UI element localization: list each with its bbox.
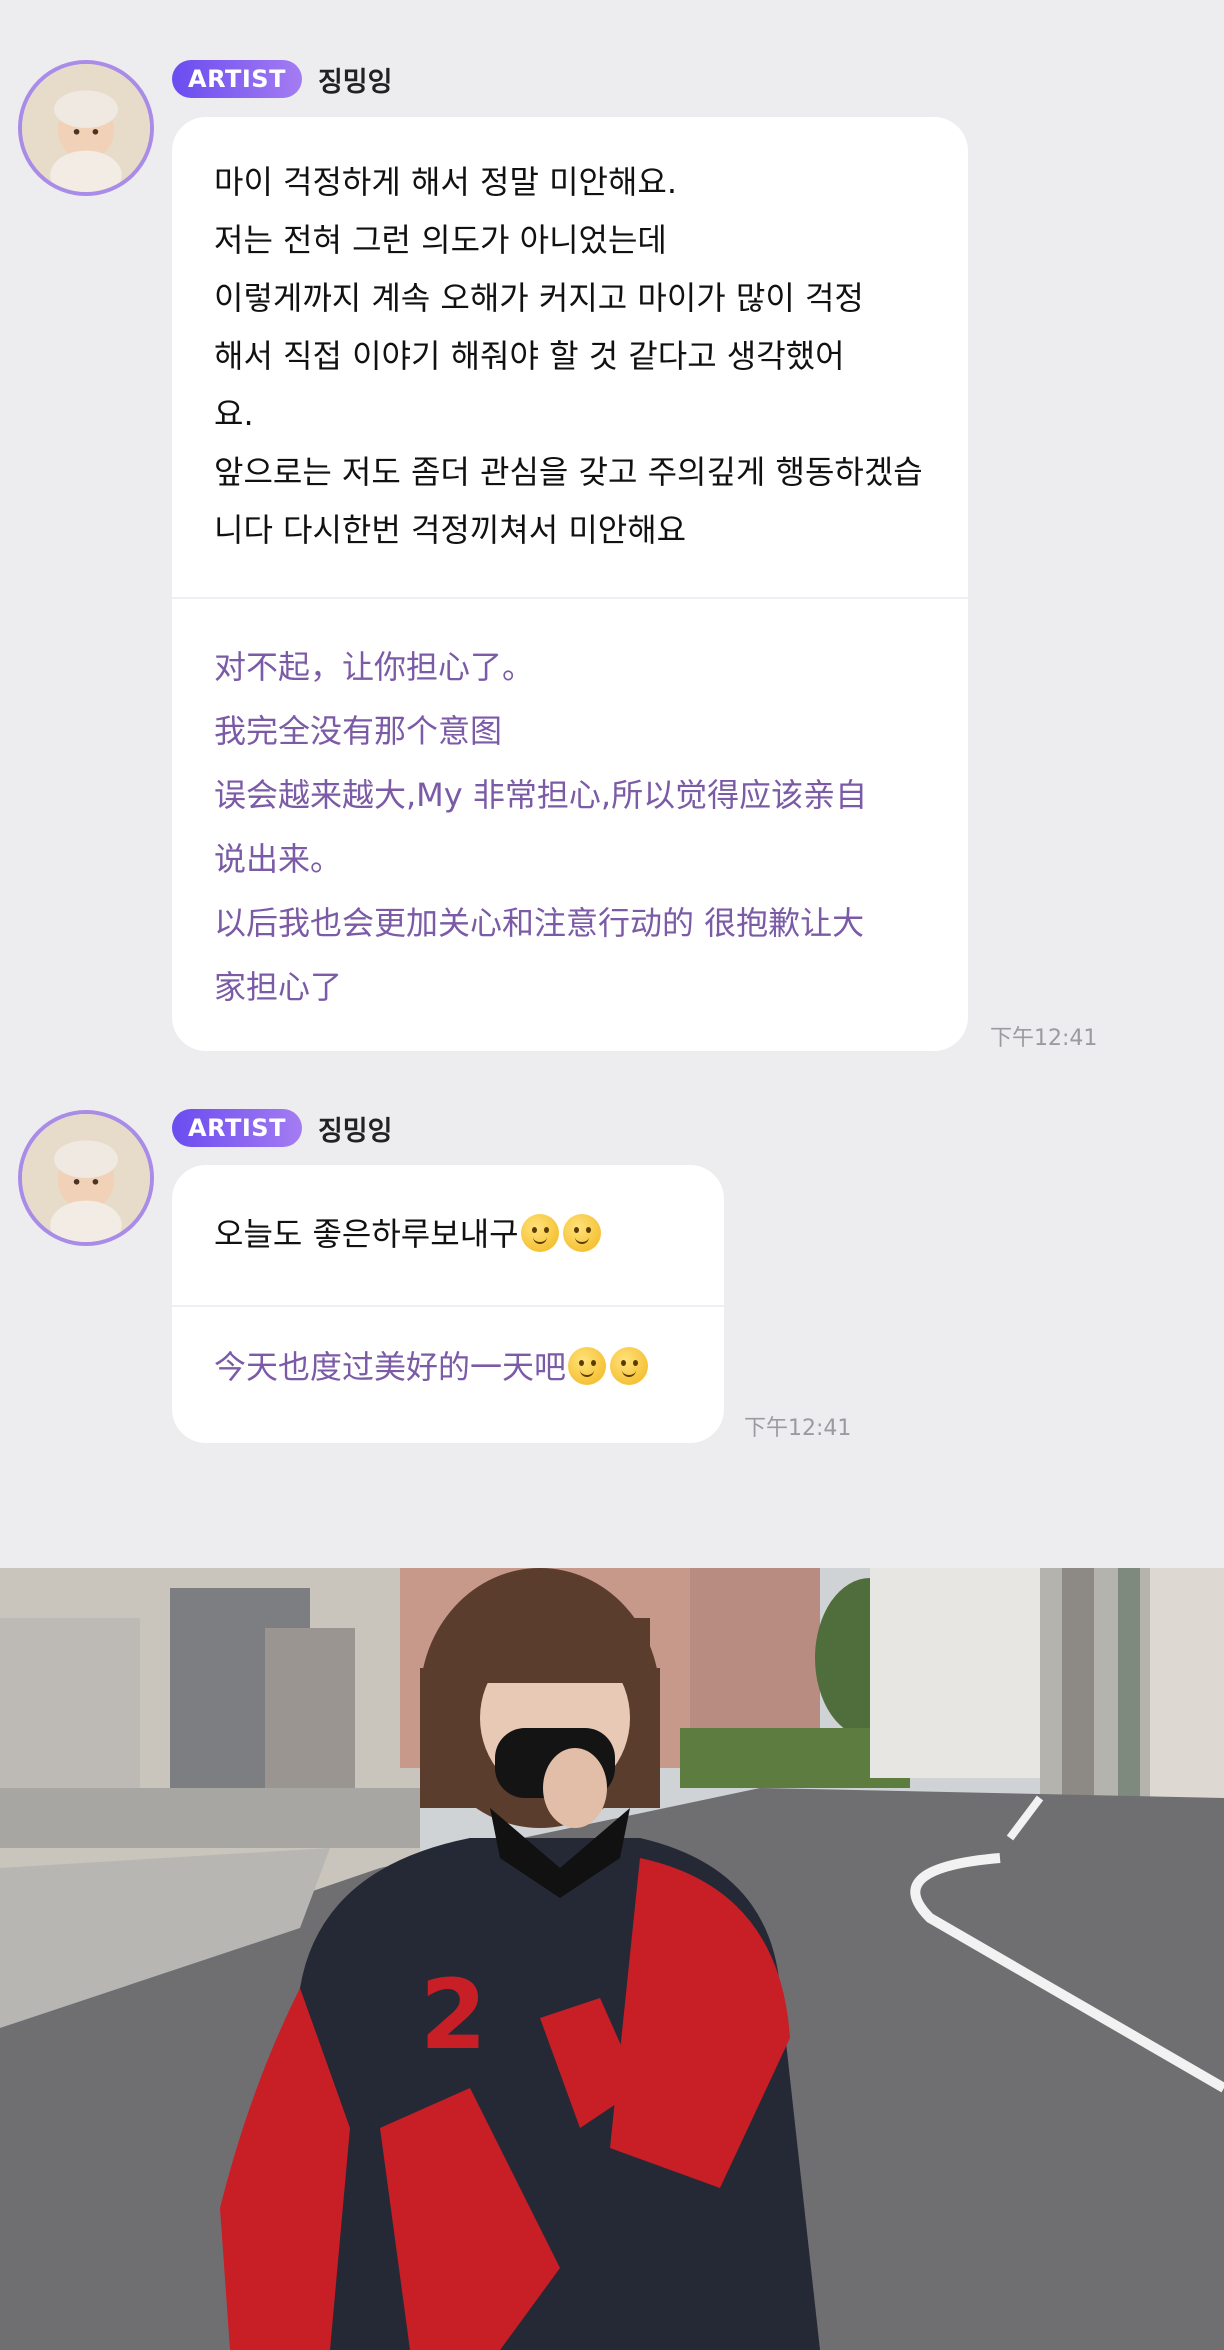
timestamp: 下午12:41 (990, 1026, 1098, 1051)
message-header: ARTIST 징밍잉 (172, 1108, 392, 1148)
translation-divider (172, 1305, 724, 1307)
slightly-smiling-face-icon (520, 1214, 559, 1252)
artist-badge: ARTIST (172, 60, 302, 98)
avatar[interactable] (18, 1110, 154, 1246)
translation-line: 我完全没有那个意图 (214, 712, 503, 750)
korean-line: 해서 직접 이야기 해줘야 할 것 같다고 생각했어 (214, 337, 845, 375)
slightly-smiling-face-icon (568, 1347, 607, 1385)
message-bubble[interactable]: 오늘도 좋은하루보내구 今天也度过美好的一天吧 (172, 1165, 724, 1443)
slightly-smiling-face-icon (562, 1214, 601, 1252)
korean-line: 앞으로는 저도 좀더 관심을 갖고 주의깊게 행동하겠습 (214, 453, 923, 491)
message-bubble[interactable]: 마이 걱정하게 해서 정말 미안해요. 저는 전혀 그런 의도가 아니었는데 이… (172, 117, 968, 1051)
translation-text: 对不起，让你担心了。 我完全没有那个意图 误会越来越大,My 非常担心,所以觉得… (172, 635, 909, 1019)
translation-line: 今天也度过美好的一天吧 (214, 1348, 567, 1386)
korean-line: 오늘도 좋은하루보내구 (214, 1215, 519, 1253)
korean-line: 저는 전혀 그런 의도가 아니었는데 (214, 221, 667, 259)
jacket-number: 2 (420, 1959, 487, 2071)
sender-name[interactable]: 징밍잉 (318, 1109, 393, 1148)
korean-text: 오늘도 좋은하루보내구 (172, 1205, 645, 1263)
korean-text: 마이 걱정하게 해서 정말 미안해요. 저는 전혀 그런 의도가 아니었는데 이… (172, 153, 965, 559)
korean-line: 마이 걱정하게 해서 정말 미안해요. (214, 163, 678, 201)
translation-line: 以后我也会更加关心和注意行动的 很抱歉让大 (214, 904, 865, 942)
korean-line: 이렇게까지 계속 오해가 커지고 마이가 많이 걱정 (214, 279, 864, 317)
translation-text: 今天也度过美好的一天吧 (172, 1335, 692, 1399)
slightly-smiling-face-icon (610, 1347, 649, 1385)
translation-line: 误会越来越大,My 非常担心,所以觉得应该亲自 (214, 776, 868, 814)
translation-divider (172, 597, 968, 599)
sender-name[interactable]: 징밍잉 (318, 60, 393, 99)
avatar[interactable] (18, 60, 154, 196)
message-header: ARTIST 징밍잉 (172, 59, 392, 99)
korean-line: 니다 다시한번 걱정끼쳐서 미안해요 (214, 511, 687, 549)
chat-view: ARTIST 징밍잉 마이 걱정하게 해서 정말 미안해요. 저는 전혀 그런 … (0, 0, 1224, 1548)
translation-line: 对不起，让你担心了。 (214, 648, 535, 686)
timestamp: 下午12:41 (744, 1416, 852, 1441)
translation-line: 说出来。 (214, 840, 343, 878)
translation-line: 家担心了 (214, 968, 343, 1006)
artist-badge: ARTIST (172, 1109, 302, 1147)
street-photo[interactable]: 2 (0, 1568, 1224, 2350)
korean-line: 요. (214, 395, 254, 433)
